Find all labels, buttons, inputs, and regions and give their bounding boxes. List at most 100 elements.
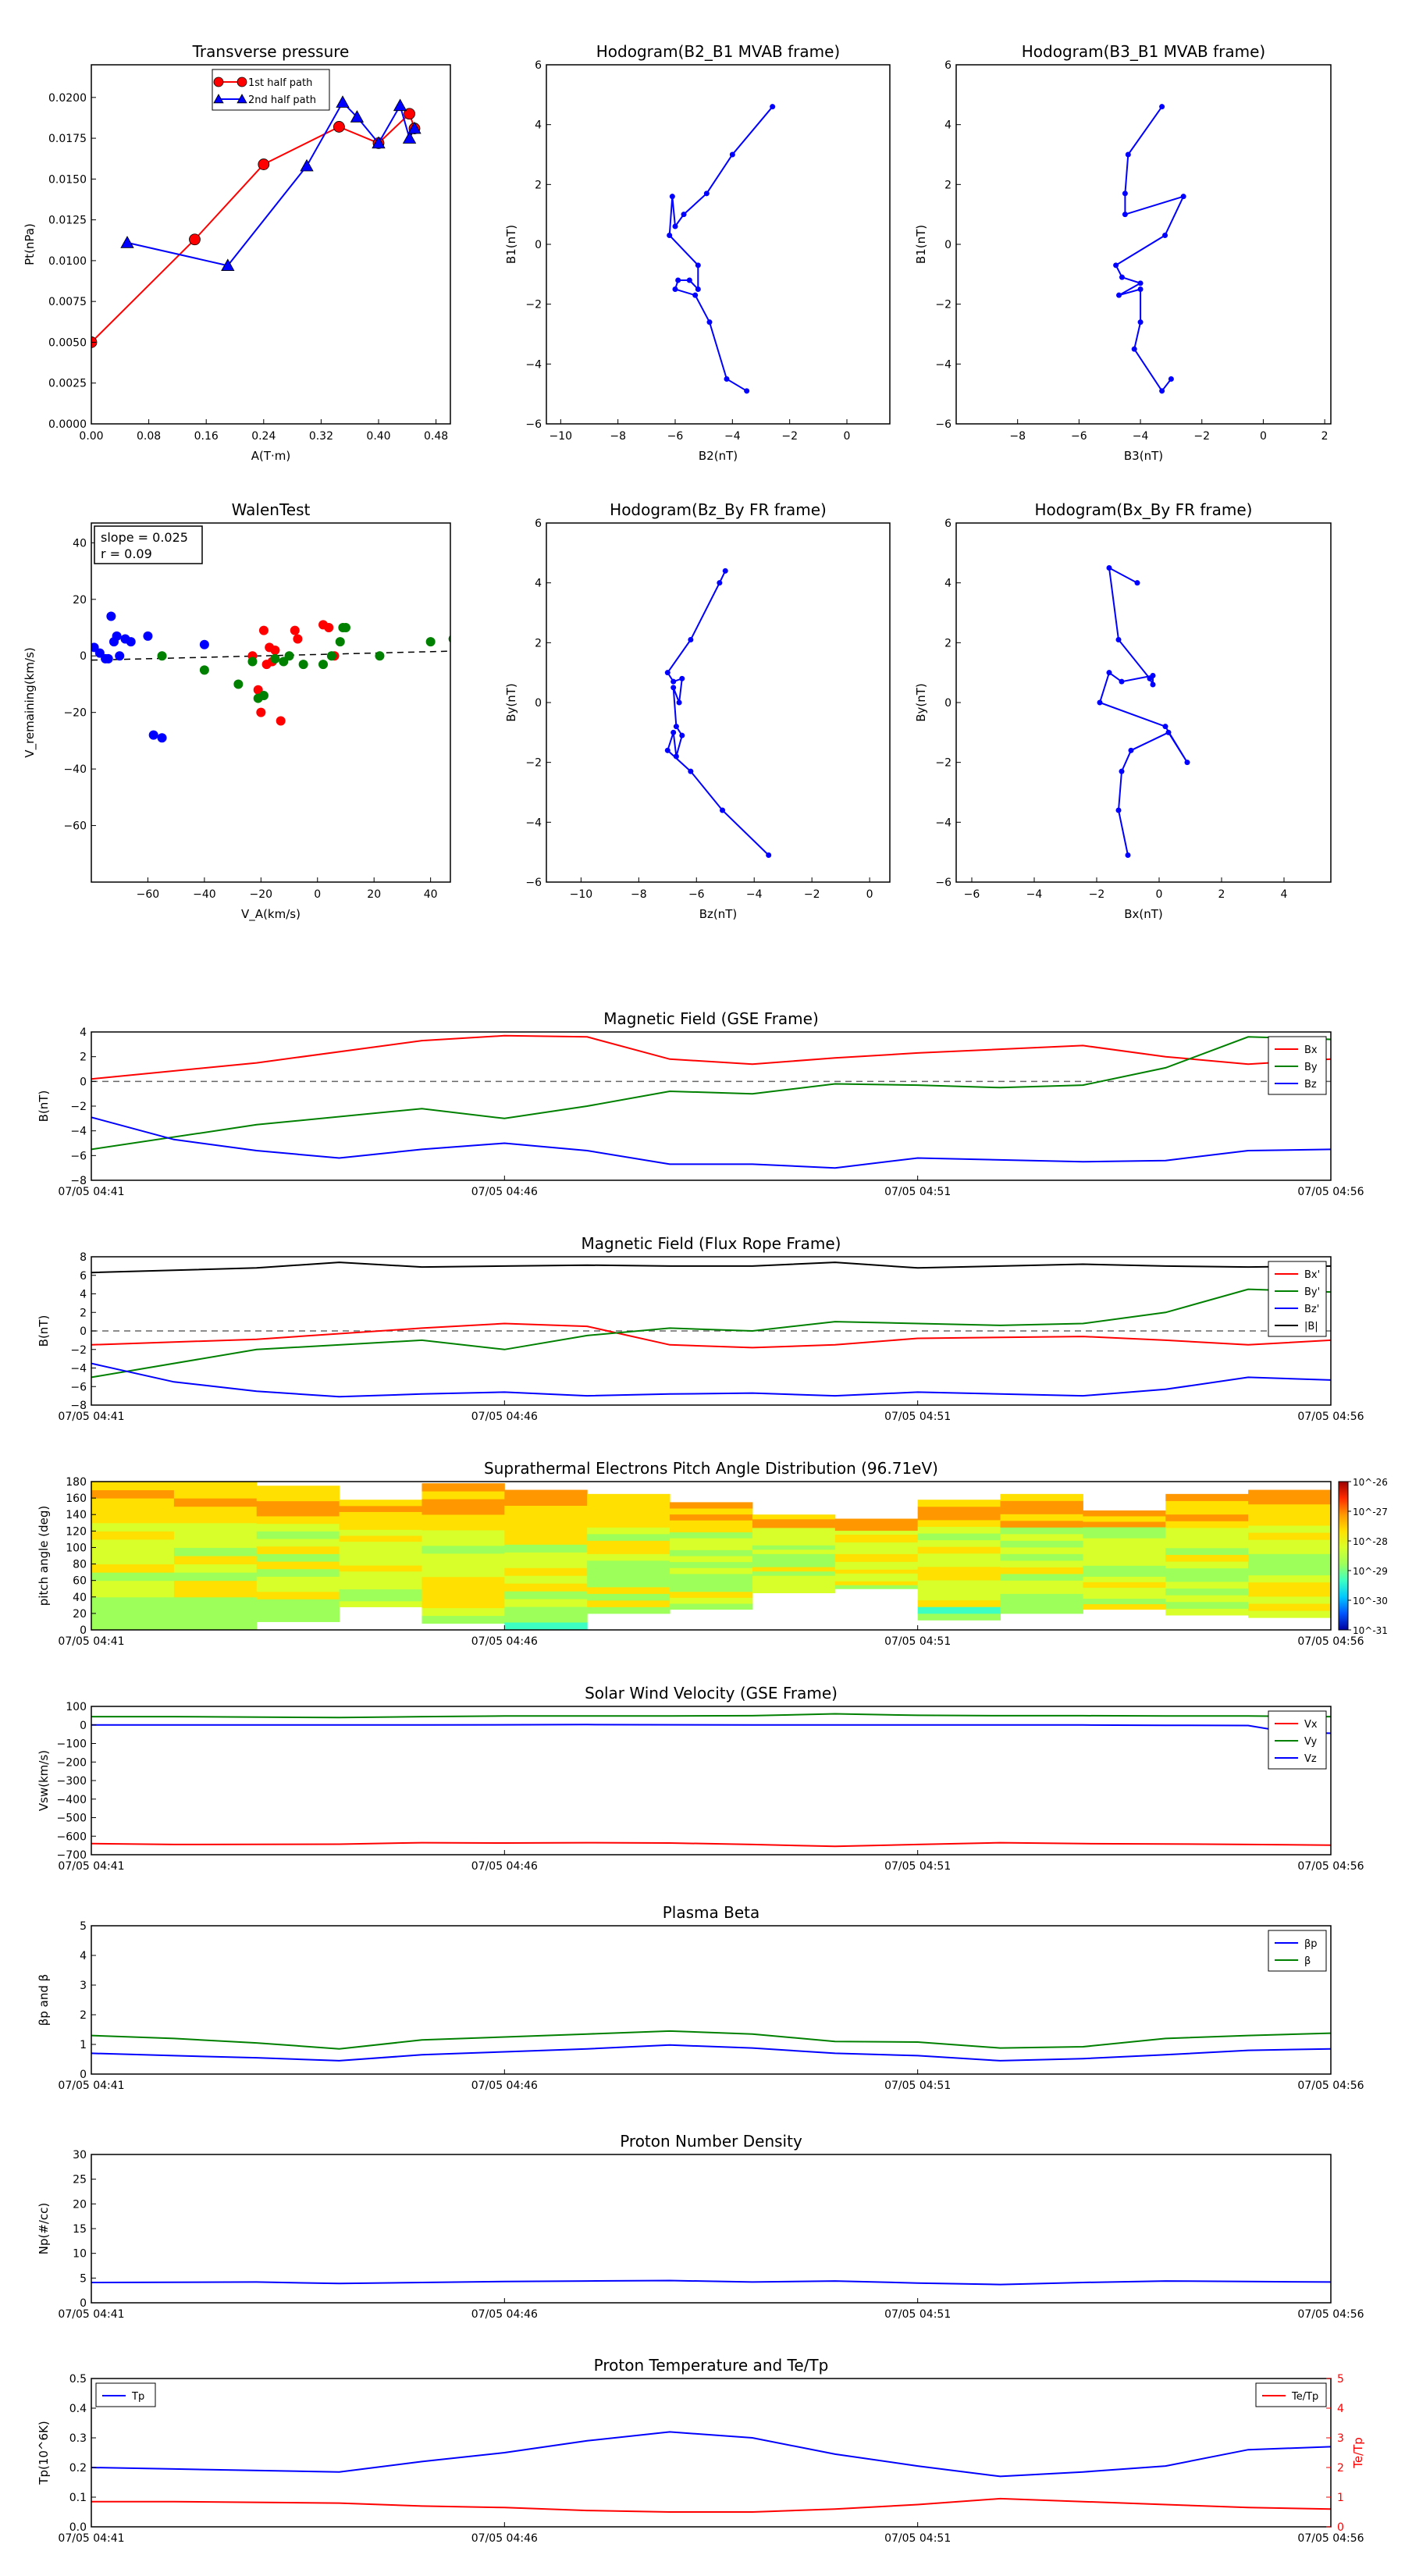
legend-label: Te/Tp (1291, 2391, 1318, 2403)
chart-title: Proton Number Density (620, 2132, 802, 2151)
colorbar-label: 10^-27 (1353, 1507, 1388, 1517)
heatmap-cell (752, 1584, 836, 1589)
heatmap-cell (256, 1493, 340, 1502)
data-point (425, 637, 436, 647)
y-axis-label: By(nT) (914, 683, 928, 722)
heatmap-cell (587, 1546, 670, 1554)
y-tick-label: 20 (73, 594, 87, 607)
data-point (143, 631, 153, 641)
heatmap-cell (1165, 1595, 1249, 1603)
heatmap-cell (670, 1579, 753, 1586)
y-tick-label: 0.3 (69, 2432, 87, 2445)
axes-frame (91, 64, 451, 425)
chart-title: Solar Wind Velocity (GSE Frame) (585, 1684, 838, 1703)
annotation-text: r = 0.09 (101, 546, 152, 561)
axes-frame (91, 1925, 1332, 2075)
heatmap-cell (1000, 1540, 1083, 1548)
data-point (103, 653, 113, 664)
data-point (706, 319, 713, 326)
heatmap-cell (422, 1507, 505, 1515)
plot-area (1097, 565, 1190, 858)
data-point (318, 660, 329, 670)
y-tick-label-right: 2 (1337, 2462, 1344, 2475)
y-tick-label: −4 (935, 817, 951, 829)
heatmap-cell (504, 1497, 588, 1506)
colorbar (1338, 1481, 1349, 1631)
y-tick-label: 6 (535, 59, 542, 72)
heatmap-cell (670, 1508, 753, 1515)
data-point (293, 634, 303, 644)
x-axis-label: B3(nT) (1124, 449, 1163, 463)
data-point (157, 733, 167, 743)
data-point (766, 852, 772, 858)
y-tick-label: 10 (73, 2248, 87, 2261)
heatmap-cell (1165, 1561, 1249, 1569)
heatmap-cell (91, 1580, 175, 1589)
heatmap-cell (173, 1564, 258, 1573)
y-axis-label: B(nT) (37, 1091, 51, 1123)
time-tick-label: 07/05 04:56 (1297, 1635, 1364, 1648)
y-tick-label: −6 (70, 1381, 87, 1393)
x-tick-label: −2 (1193, 430, 1210, 443)
y-tick-label: 1 (80, 2039, 87, 2051)
y-tick-label: 2 (80, 2009, 87, 2022)
heatmap-cell (917, 1579, 1001, 1588)
heatmap-cell (256, 1568, 340, 1577)
heatmap-cell (422, 1553, 505, 1562)
heatmap-cell (1000, 1580, 1083, 1588)
y-tick-label-right: 3 (1337, 2432, 1344, 2445)
data-point (667, 233, 673, 238)
y-axis-label: Pt(nPa) (23, 223, 37, 265)
heatmap-cell (752, 1514, 836, 1520)
data-point (1162, 724, 1168, 730)
heatmap-cell (1248, 1567, 1332, 1576)
data-point (681, 212, 687, 218)
colorbar-label: 10^-28 (1353, 1536, 1388, 1547)
heatmap-cell (1000, 1593, 1083, 1601)
chart-title: Hodogram(Bx_By FR frame) (1034, 500, 1252, 519)
heatmap-cell (670, 1520, 753, 1527)
y-tick-label: 6 (944, 59, 951, 72)
y-tick-label: −6 (935, 418, 951, 431)
legend-label: |B| (1304, 1321, 1318, 1332)
data-point (717, 580, 723, 586)
y-tick-label: 30 (73, 2149, 87, 2161)
legend-label: By' (1304, 1286, 1320, 1298)
data-point (1184, 760, 1190, 766)
time-tick-label: 07/05 04:41 (58, 2532, 124, 2545)
data-point (1134, 580, 1140, 586)
x-tick-label: 20 (367, 888, 381, 901)
time-tick-label: 07/05 04:46 (471, 1186, 538, 1198)
heatmap-cell (834, 1546, 919, 1550)
heatmap-cell (917, 1546, 1001, 1554)
heatmap-cell (752, 1549, 836, 1554)
heatmap-cell (752, 1557, 836, 1564)
y-tick-label: 2 (944, 179, 951, 191)
heatmap-cell (422, 1576, 505, 1585)
y-tick-label: 0.0000 (48, 418, 87, 431)
heatmap-cell (339, 1541, 422, 1548)
heatmap-cell (1000, 1493, 1083, 1501)
y-tick-label: 40 (73, 1592, 87, 1604)
data-point (1180, 194, 1186, 200)
chart-title: Magnetic Field (Flux Rope Frame) (582, 1234, 841, 1253)
y-axis-label: By(nT) (504, 683, 518, 722)
heatmap-cell (1248, 1525, 1332, 1533)
y-tick-label: 5 (80, 1920, 87, 1933)
y-tick-label: −2 (935, 299, 951, 311)
heatmap-cell (91, 1531, 175, 1540)
time-tick-label: 07/05 04:46 (471, 1860, 538, 1873)
plot-area (91, 2030, 1331, 2062)
y-tick-label: 0 (535, 697, 542, 710)
heatmap-cell (1165, 1500, 1249, 1508)
legend-label: 1st half path (248, 77, 312, 89)
x-tick-label: 0.48 (424, 430, 448, 443)
chart-title: Hodogram(Bz_By FR frame) (610, 500, 827, 519)
y-tick-label: −4 (935, 358, 951, 371)
heatmap-cell (1000, 1573, 1083, 1581)
heatmap-cell (256, 1584, 340, 1592)
data-point (1137, 280, 1144, 286)
heatmap-cell (1248, 1582, 1332, 1590)
heatmap-cell (1165, 1521, 1249, 1528)
data-point (335, 637, 345, 647)
